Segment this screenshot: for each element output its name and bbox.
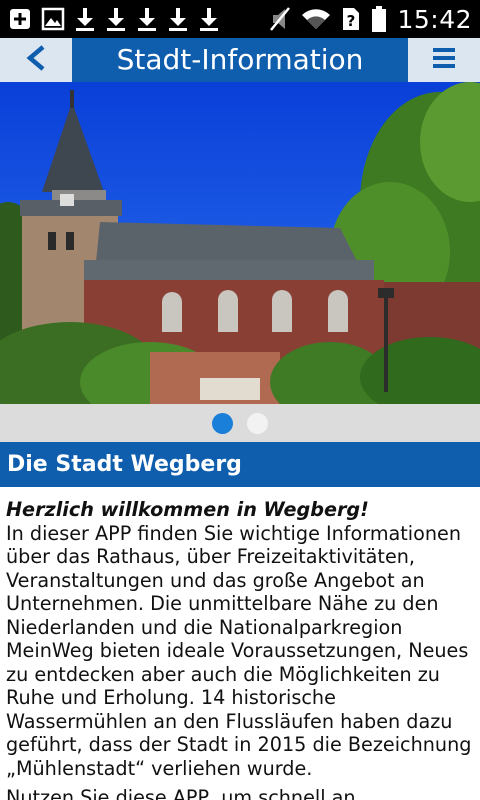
app-bar: Stadt-Information [0, 38, 480, 82]
battery-icon [371, 6, 387, 32]
page-title: Stadt-Information [116, 43, 364, 76]
menu-button[interactable] [408, 38, 480, 82]
status-bar: ? 15:42 [0, 0, 480, 38]
chevron-left-icon [24, 44, 48, 76]
carousel-dot-2[interactable] [247, 412, 268, 434]
download-icon [167, 6, 189, 32]
system-icons: ? 15:42 [269, 0, 480, 38]
download-icon [74, 6, 96, 32]
section-heading: Die Stadt Wegberg [0, 442, 480, 487]
notification-icons [0, 0, 220, 38]
clock: 15:42 [397, 4, 472, 34]
content-body: Herzlich willkommen in Wegberg! In diese… [6, 498, 476, 800]
menu-icon [432, 47, 456, 73]
image-icon [41, 6, 65, 32]
next-paragraph: Nutzen Sie diese APP, um schnell an Info… [6, 786, 356, 800]
sim-unknown-icon: ? [341, 6, 361, 32]
carousel-dot-1[interactable] [212, 412, 233, 434]
back-button[interactable] [0, 38, 72, 82]
svg-text:?: ? [347, 12, 356, 30]
download-icon [136, 6, 158, 32]
carousel-image[interactable] [0, 82, 480, 404]
download-icon [198, 6, 220, 32]
wifi-icon [301, 6, 331, 32]
carousel-indicator [0, 404, 480, 442]
welcome-text: Herzlich willkommen in Wegberg! [6, 498, 369, 521]
download-icon [105, 6, 127, 32]
church-photo [0, 82, 480, 404]
intro-paragraph: In dieser APP finden Sie wichtige Inform… [6, 521, 472, 780]
add-box-icon [8, 6, 32, 32]
mute-icon [269, 6, 291, 32]
